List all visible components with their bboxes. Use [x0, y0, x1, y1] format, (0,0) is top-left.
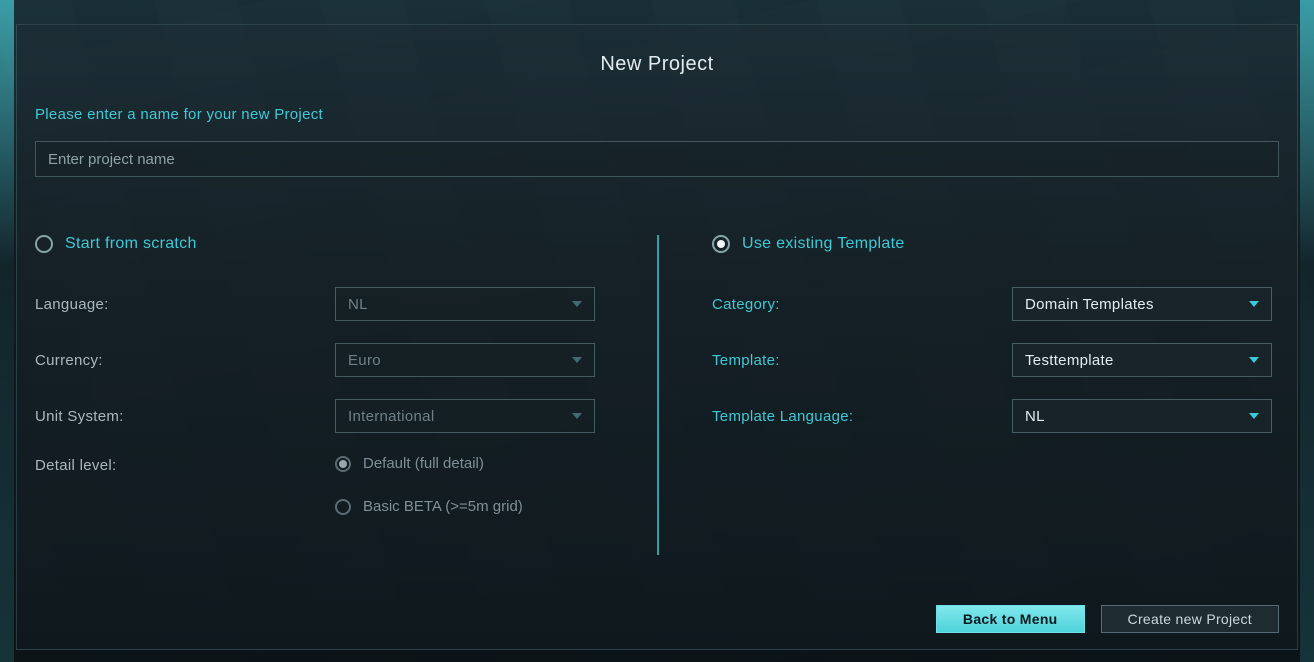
radio-icon	[335, 456, 351, 472]
detail-basic-label: Basic BETA (>=5m grid)	[363, 498, 523, 515]
language-value: NL	[348, 296, 368, 313]
column-divider	[657, 235, 659, 555]
template-value: Testtemplate	[1025, 352, 1114, 369]
category-select[interactable]: Domain Templates	[1012, 287, 1272, 321]
project-name-input[interactable]	[35, 141, 1279, 177]
detail-level-label: Detail level:	[35, 455, 335, 474]
chevron-down-icon	[1249, 301, 1259, 307]
create-project-button[interactable]: Create new Project	[1101, 605, 1279, 633]
detail-level-field: Detail level: Default (full detail) Basi…	[35, 455, 602, 541]
currency-field: Currency: Euro	[35, 343, 602, 377]
unit-system-label: Unit System:	[35, 408, 335, 425]
chevron-down-icon	[572, 357, 582, 363]
radio-icon	[712, 235, 730, 253]
chevron-down-icon	[572, 301, 582, 307]
start-from-scratch-section: Start from scratch Language: NL Currency…	[35, 235, 642, 555]
category-field: Category: Domain Templates	[712, 287, 1279, 321]
radio-icon	[335, 499, 351, 515]
unit-system-value: International	[348, 408, 434, 425]
template-language-label: Template Language:	[712, 408, 1012, 425]
template-language-field: Template Language: NL	[712, 399, 1279, 433]
chevron-down-icon	[1249, 413, 1259, 419]
start-from-scratch-radio[interactable]: Start from scratch	[35, 235, 602, 253]
dialog-footer: Back to Menu Create new Project	[936, 605, 1279, 633]
detail-default-radio[interactable]: Default (full detail)	[335, 455, 602, 472]
language-label: Language:	[35, 296, 335, 313]
template-language-value: NL	[1025, 408, 1045, 425]
use-template-section: Use existing Template Category: Domain T…	[642, 235, 1279, 555]
radio-icon	[35, 235, 53, 253]
detail-basic-radio[interactable]: Basic BETA (>=5m grid)	[335, 498, 602, 515]
use-template-label: Use existing Template	[742, 235, 905, 253]
currency-select[interactable]: Euro	[335, 343, 595, 377]
template-select[interactable]: Testtemplate	[1012, 343, 1272, 377]
currency-value: Euro	[348, 352, 381, 369]
chevron-down-icon	[1249, 357, 1259, 363]
dialog-title: New Project	[17, 53, 1297, 76]
new-project-panel: New Project Please enter a name for your…	[16, 24, 1298, 650]
language-select[interactable]: NL	[335, 287, 595, 321]
name-prompt: Please enter a name for your new Project	[17, 106, 1297, 123]
use-template-radio[interactable]: Use existing Template	[712, 235, 1279, 253]
category-label: Category:	[712, 296, 1012, 313]
detail-default-label: Default (full detail)	[363, 455, 484, 472]
template-language-select[interactable]: NL	[1012, 399, 1272, 433]
chevron-down-icon	[572, 413, 582, 419]
unit-system-field: Unit System: International	[35, 399, 602, 433]
unit-system-select[interactable]: International	[335, 399, 595, 433]
category-value: Domain Templates	[1025, 296, 1154, 313]
template-label: Template:	[712, 352, 1012, 369]
back-to-menu-button[interactable]: Back to Menu	[936, 605, 1085, 633]
template-field: Template: Testtemplate	[712, 343, 1279, 377]
language-field: Language: NL	[35, 287, 602, 321]
currency-label: Currency:	[35, 352, 335, 369]
start-from-scratch-label: Start from scratch	[65, 235, 197, 253]
